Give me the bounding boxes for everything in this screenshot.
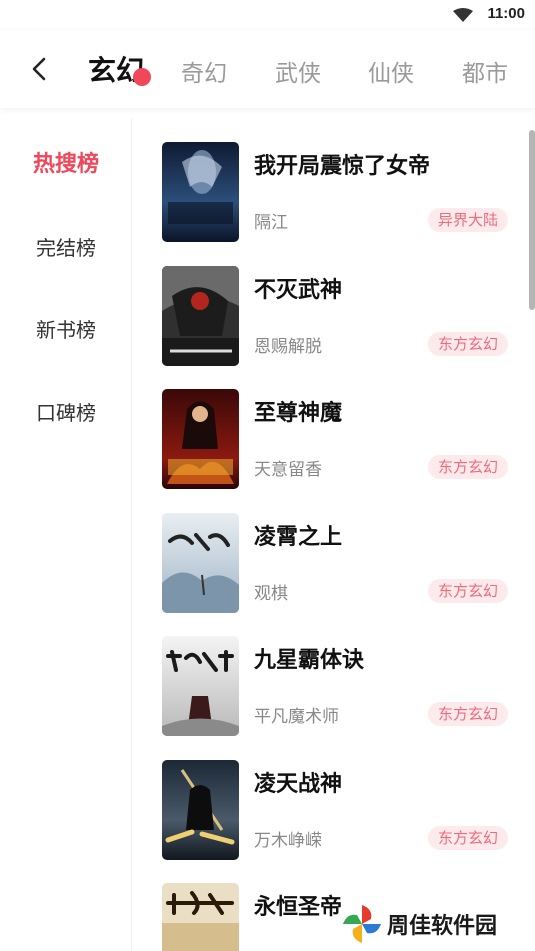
category-tabs: 玄幻 奇幻 武侠 仙侠 都市: [88, 30, 535, 108]
book-cover: [162, 636, 239, 736]
book-cover: [162, 760, 239, 860]
book-title: 至尊神魔: [254, 401, 343, 426]
book-cover: [162, 142, 239, 242]
book-list: 我开局震惊了女帝 隔江 异界大陆 不灭武神 恩赐解脱 东方玄幻 至尊神魔 天意留…: [132, 118, 522, 951]
book-cover: [162, 389, 239, 489]
sidebar-item-hot-search[interactable]: 热搜榜: [0, 146, 132, 178]
scrollbar[interactable]: [529, 130, 535, 310]
book-item[interactable]: 凌天战神 万木峥嵘 东方玄幻: [162, 760, 512, 864]
sidebar-item-completed[interactable]: 完结榜: [0, 232, 132, 261]
book-item[interactable]: 不灭武神 恩赐解脱 东方玄幻: [162, 266, 512, 370]
book-author: 平凡魔术师: [254, 707, 339, 727]
book-title: 永恒圣帝: [254, 895, 343, 920]
book-genre-tag: 东方玄幻: [427, 702, 508, 726]
wifi-icon: [453, 8, 473, 22]
book-genre-tag: 东方玄幻: [427, 579, 508, 603]
status-time: 11:00: [487, 5, 525, 22]
book-item[interactable]: 至尊神魔 天意留香 东方玄幻: [162, 389, 512, 493]
watermark: 周佳软件园: [341, 903, 527, 945]
book-title: 九星霸体诀: [254, 648, 365, 673]
active-tab-indicator-dot: [133, 68, 151, 86]
header: 玄幻 奇幻 武侠 仙侠 都市: [0, 30, 535, 108]
tab-wuxia[interactable]: 武侠: [275, 54, 321, 88]
ranking-sidebar: 热搜榜 完结榜 新书榜 口碑榜: [0, 118, 132, 951]
book-title: 凌霄之上: [254, 525, 343, 550]
book-genre-tag: 东方玄幻: [427, 826, 508, 850]
tab-xianxia[interactable]: 仙侠: [368, 54, 414, 88]
watermark-text: 周佳软件园: [387, 914, 498, 939]
book-title: 我开局震惊了女帝: [254, 154, 431, 179]
book-author: 天意留香: [254, 460, 322, 480]
book-author: 隔江: [254, 213, 288, 233]
book-author: 恩赐解脱: [254, 337, 322, 357]
book-cover: [162, 266, 239, 366]
book-cover: [162, 883, 239, 951]
tab-qihuan[interactable]: 奇幻: [181, 54, 227, 88]
sidebar-item-reputation[interactable]: 口碑榜: [0, 397, 132, 426]
pinwheel-logo-icon: [343, 905, 381, 943]
sidebar-item-new-books[interactable]: 新书榜: [0, 314, 132, 343]
book-genre-tag: 异界大陆: [427, 208, 508, 232]
book-genre-tag: 东方玄幻: [427, 332, 508, 356]
back-button[interactable]: [22, 52, 56, 86]
book-genre-tag: 东方玄幻: [427, 455, 508, 479]
book-title: 不灭武神: [254, 278, 343, 303]
tab-dushi[interactable]: 都市: [462, 54, 508, 88]
book-author: 万木峥嵘: [254, 831, 322, 851]
status-bar: 11:00: [0, 0, 535, 30]
book-item[interactable]: 我开局震惊了女帝 隔江 异界大陆: [162, 142, 512, 246]
book-item[interactable]: 凌霄之上 观棋 东方玄幻: [162, 513, 512, 617]
book-author: 观棋: [254, 584, 288, 604]
book-item[interactable]: 九星霸体诀 平凡魔术师 东方玄幻: [162, 636, 512, 740]
chevron-left-icon: [32, 57, 46, 81]
book-title: 凌天战神: [254, 772, 343, 797]
book-cover: [162, 513, 239, 613]
